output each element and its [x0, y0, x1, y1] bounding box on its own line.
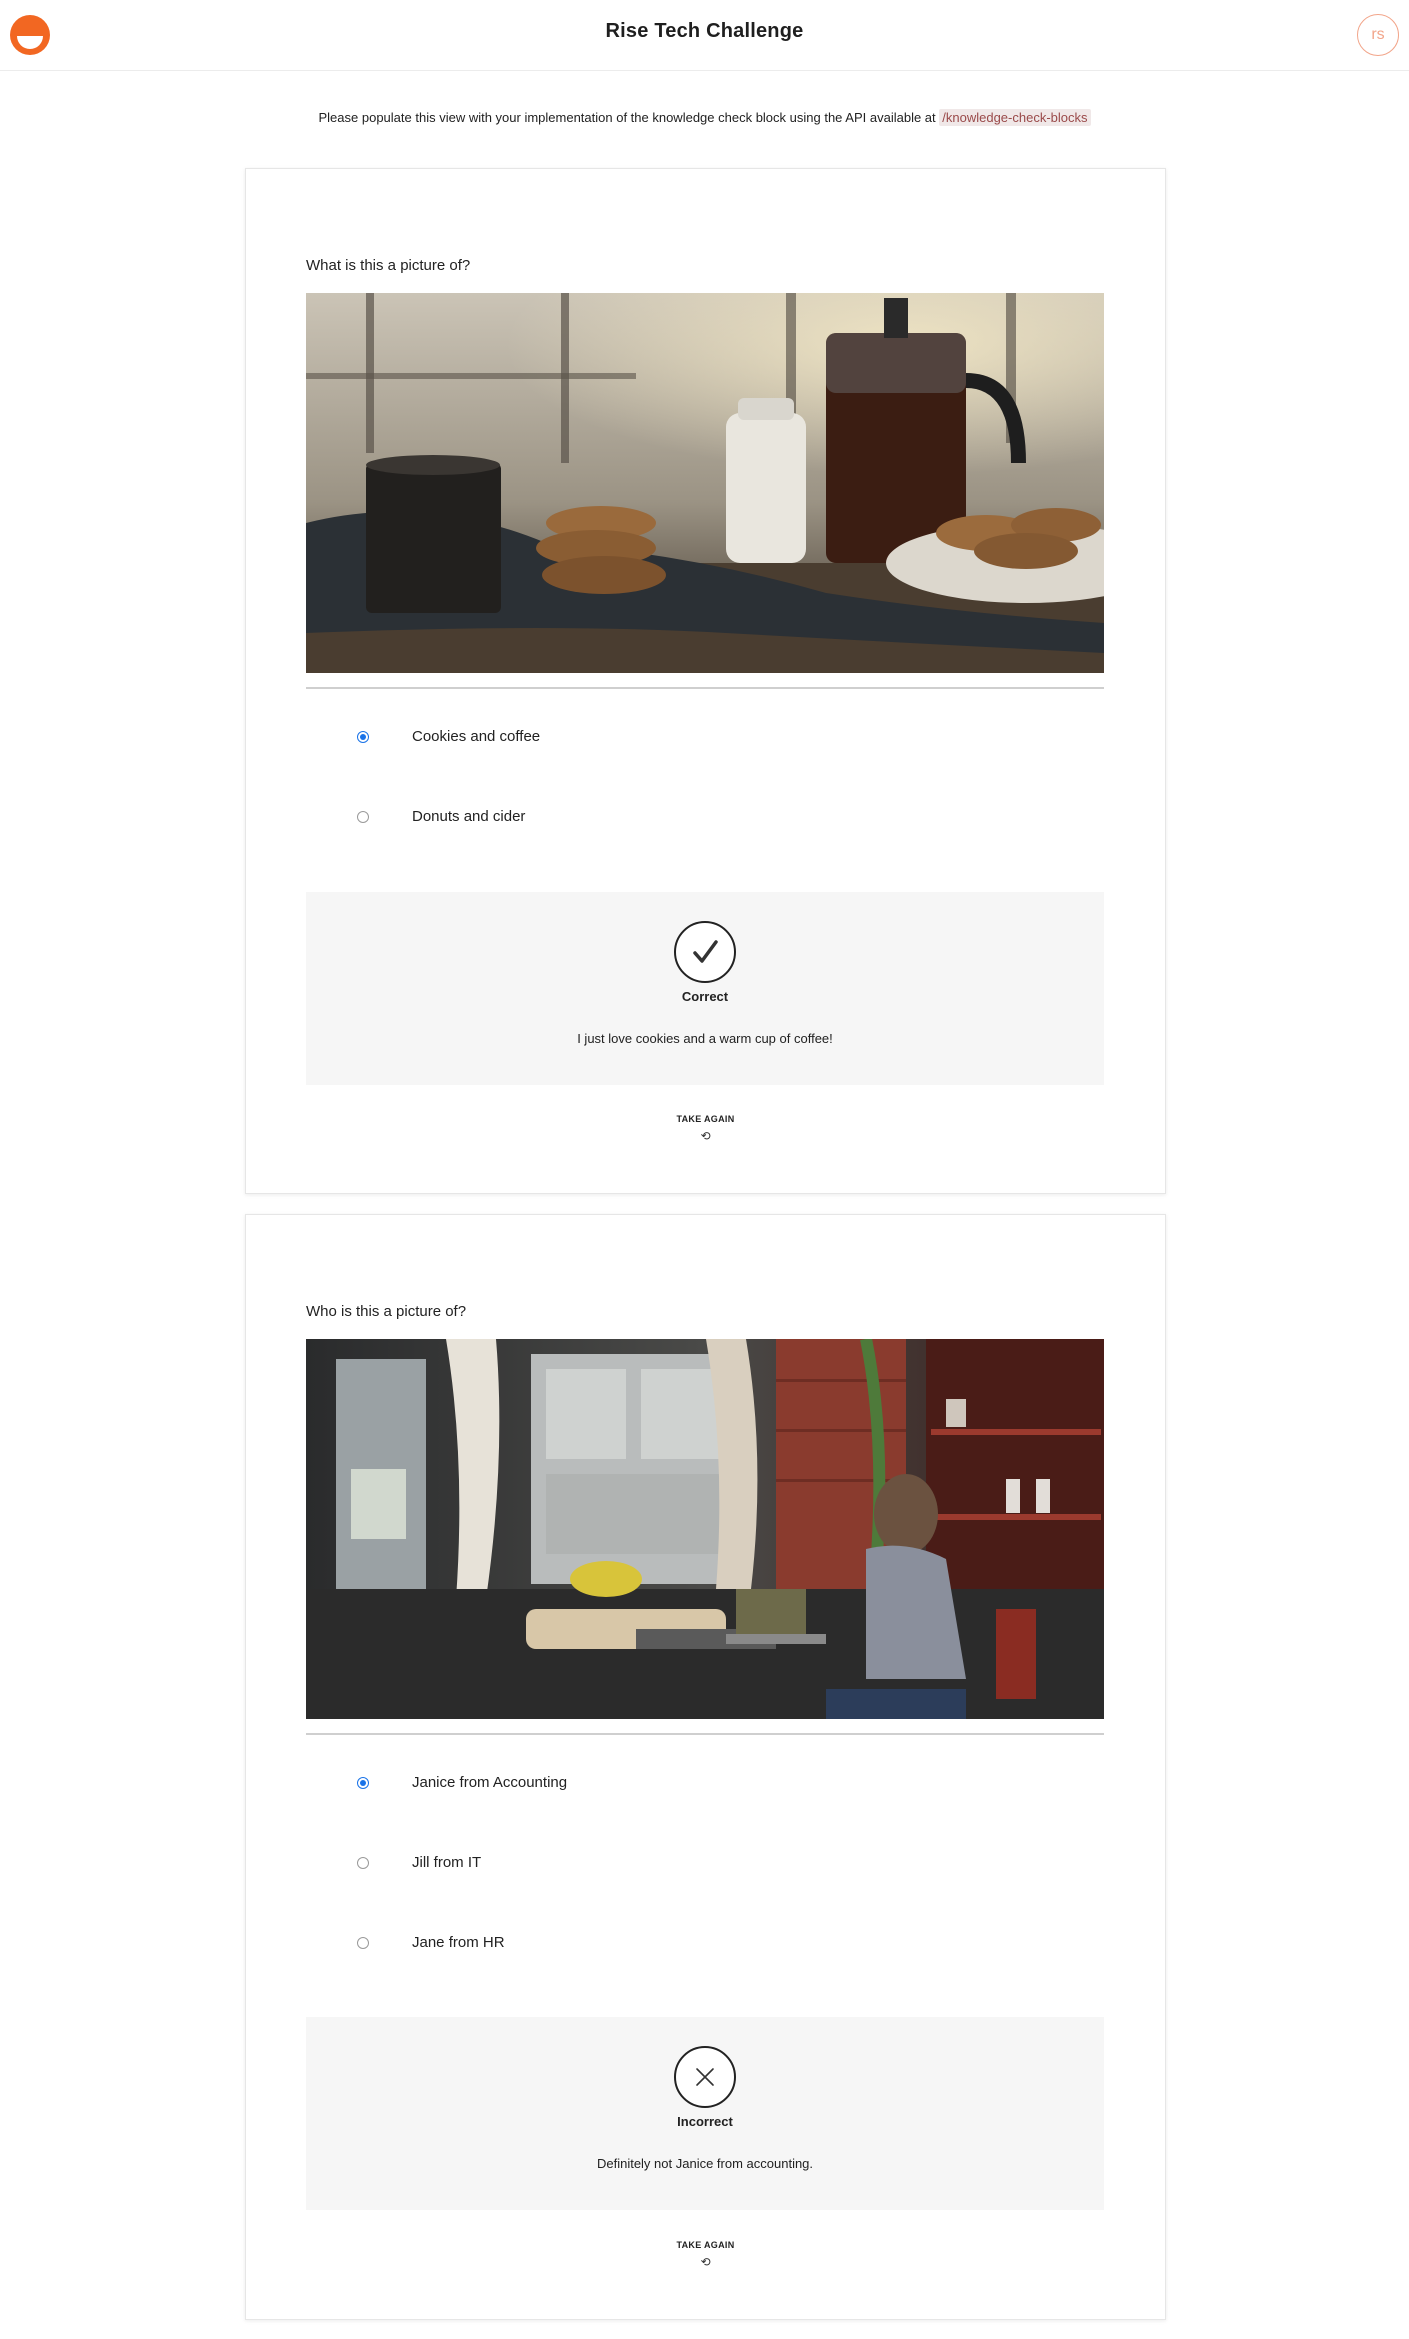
radio-icon[interactable]: [357, 1857, 369, 1869]
feedback-panel: Correct I just love cookies and a warm c…: [306, 892, 1104, 1085]
intro-text: Please populate this view with your impl…: [0, 109, 1409, 126]
top-bar: Rise Tech Challenge rs: [0, 0, 1409, 71]
radio-selected-icon[interactable]: [357, 1777, 369, 1789]
radio-selected-icon[interactable]: [357, 731, 369, 743]
question-text: What is this a picture of?: [306, 257, 471, 274]
take-again-button[interactable]: TAKE AGAIN ⟲: [246, 1114, 1165, 1143]
answer-option[interactable]: Cookies and coffee: [306, 719, 1104, 759]
divider: [306, 687, 1104, 689]
x-icon: [674, 2046, 736, 2108]
answer-option[interactable]: Donuts and cider: [306, 799, 1104, 839]
question-image: [306, 1339, 1104, 1719]
retry-icon: ⟲: [700, 2255, 711, 2269]
option-label: Jill from IT: [412, 1854, 482, 1871]
feedback-status: Incorrect: [677, 2114, 733, 2129]
feedback-status: Correct: [681, 989, 729, 1004]
question-text: Who is this a picture of?: [306, 1303, 467, 1320]
answer-option[interactable]: Janice from Accounting: [306, 1765, 1104, 1805]
divider: [306, 1733, 1104, 1735]
take-again-label: TAKE AGAIN: [676, 2240, 735, 2250]
answer-option[interactable]: Jane from HR: [306, 1925, 1104, 1965]
feedback-text: I just love cookies and a warm cup of co…: [577, 1031, 833, 1046]
retry-icon: ⟲: [700, 1129, 711, 1143]
feedback-text: Definitely not Janice from accounting.: [596, 2156, 814, 2171]
intro-sentence: Please populate this view with your impl…: [318, 110, 936, 125]
take-again-label: TAKE AGAIN: [676, 1114, 735, 1124]
option-label: Donuts and cider: [412, 808, 526, 825]
radio-icon[interactable]: [357, 1937, 369, 1949]
option-label: Cookies and coffee: [412, 728, 541, 745]
knowledge-check-block: Who is this a picture of? Janice from Ac…: [245, 1214, 1166, 2320]
option-label: Jane from HR: [412, 1934, 505, 1951]
knowledge-check-block: What is this a picture of? Cookies and c…: [245, 168, 1166, 1194]
option-label: Janice from Accounting: [412, 1774, 568, 1791]
feedback-panel: Incorrect Definitely not Janice from acc…: [306, 2017, 1104, 2210]
radio-icon[interactable]: [357, 811, 369, 823]
take-again-button[interactable]: TAKE AGAIN ⟲: [246, 2240, 1165, 2269]
checkmark-icon: [674, 921, 736, 983]
api-endpoint: /knowledge-check-blocks: [939, 109, 1091, 126]
avatar[interactable]: rs: [1357, 14, 1399, 56]
page-title: Rise Tech Challenge: [605, 20, 804, 42]
answer-option[interactable]: Jill from IT: [306, 1845, 1104, 1885]
question-image: [306, 293, 1104, 673]
